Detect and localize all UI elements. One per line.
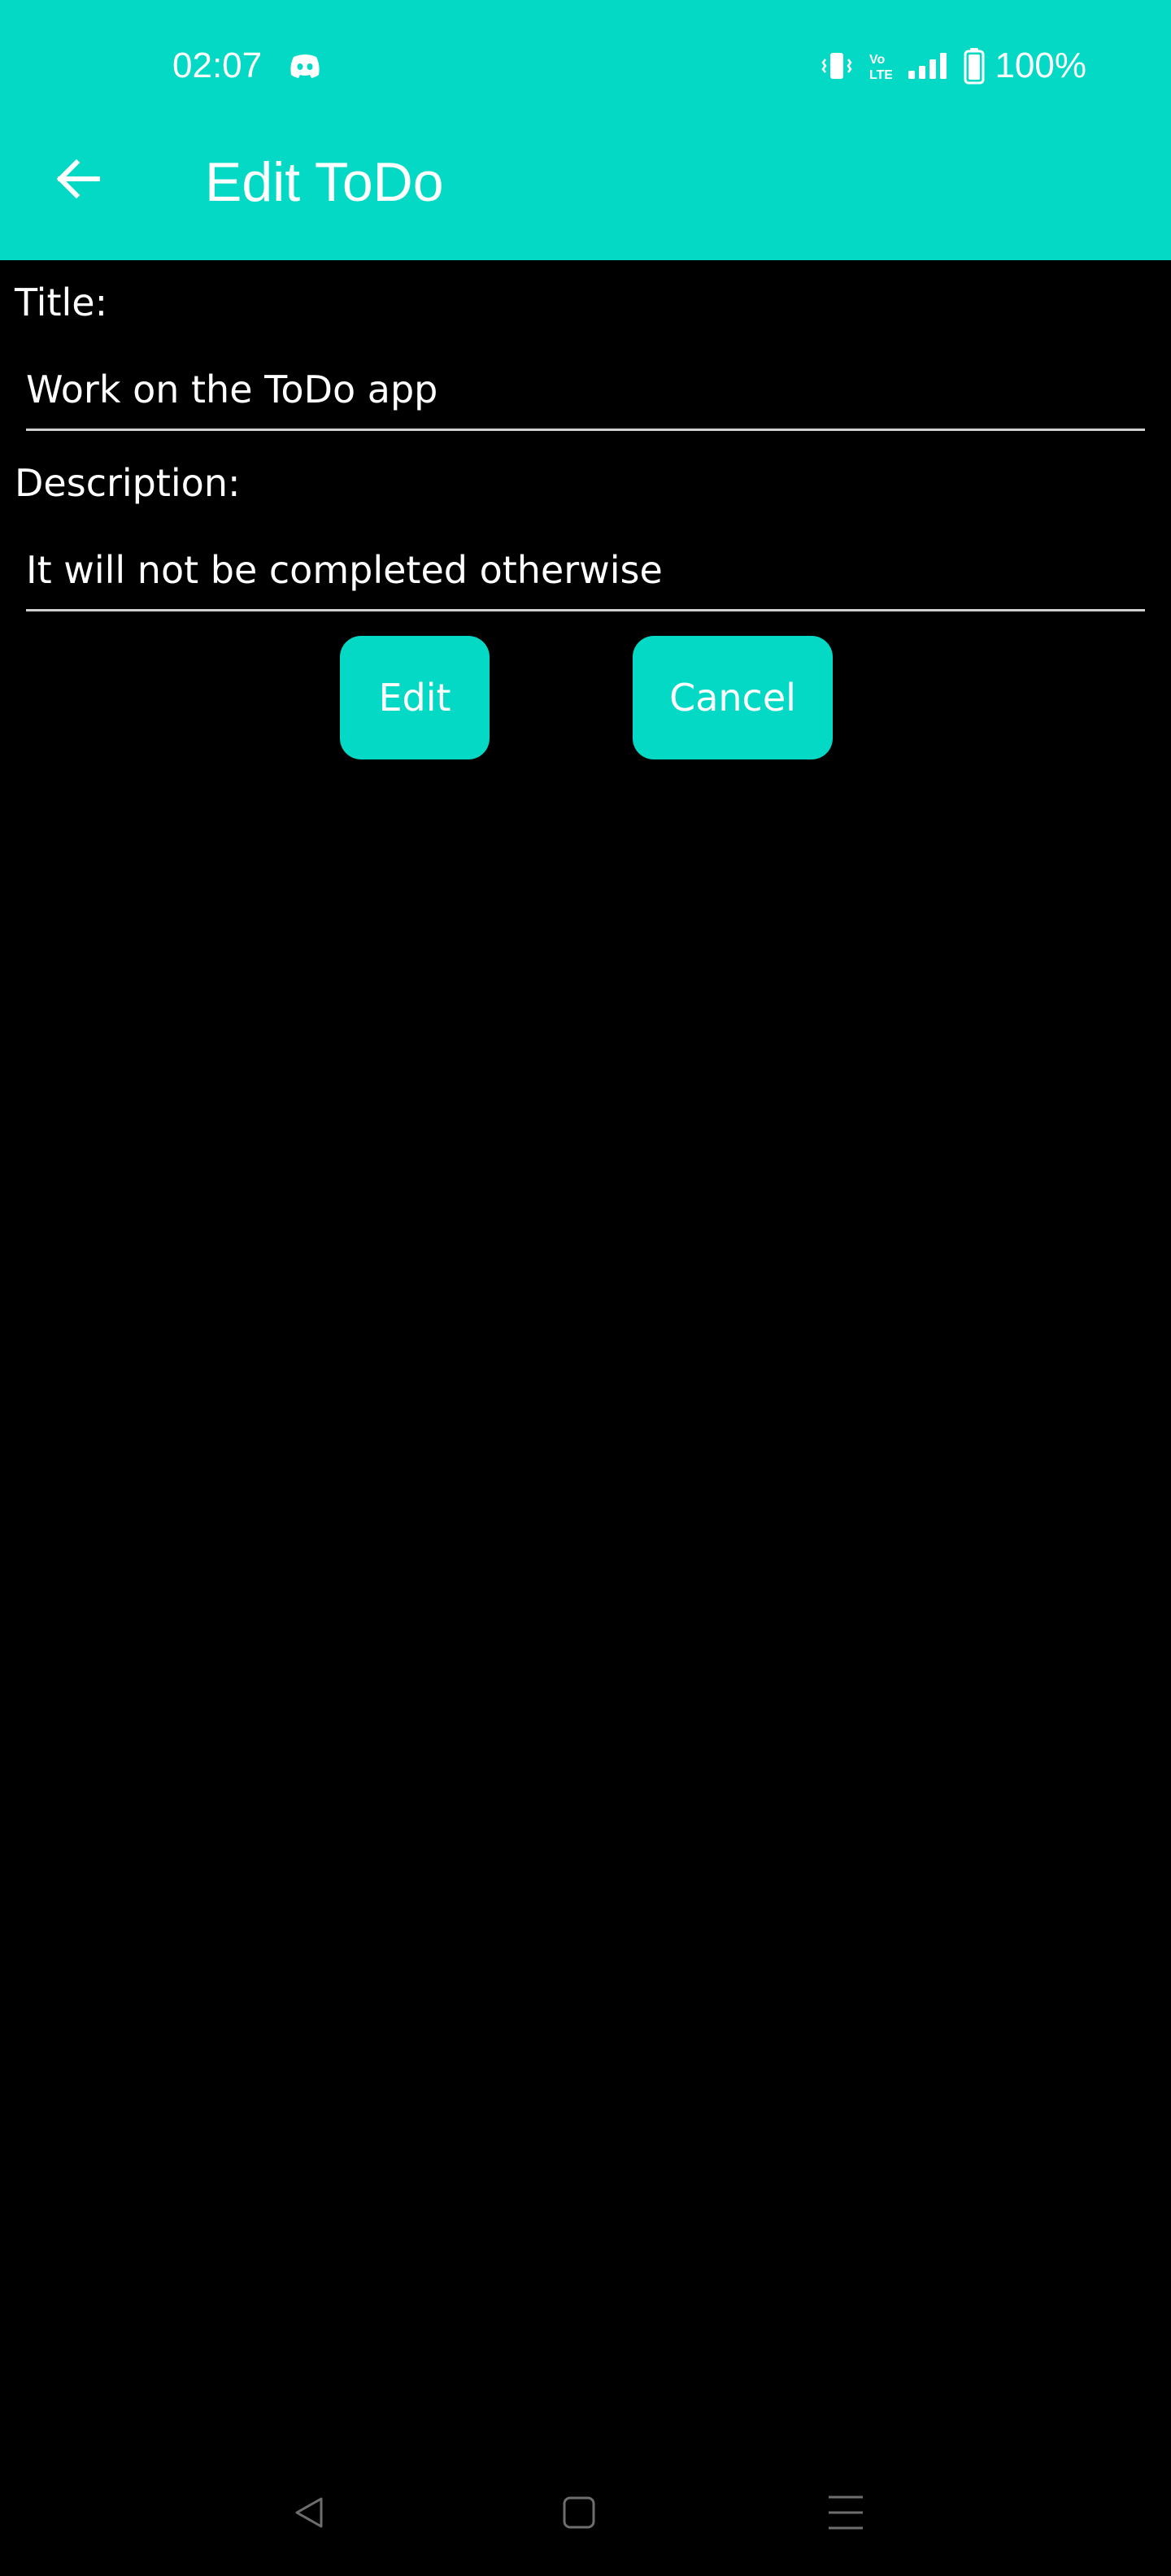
app-header: 02:07 Vo LTE 100% Edit ToDo <box>0 0 1171 260</box>
svg-text:Vo: Vo <box>869 53 885 67</box>
status-icons: Vo LTE 100% <box>821 42 1086 89</box>
home-square-icon <box>563 2496 595 2529</box>
back-triangle-icon <box>295 2497 323 2528</box>
back-button[interactable] <box>46 146 111 211</box>
discord-icon <box>290 54 320 78</box>
edit-todo-screen: 02:07 Vo LTE 100% Edit ToDo Title: Work … <box>0 0 1171 2576</box>
page-title: Edit ToDo <box>205 151 444 213</box>
nav-home-button[interactable] <box>538 2472 620 2553</box>
signal-icon <box>908 53 947 79</box>
vibrate-icon <box>821 53 853 79</box>
title-field-container <box>26 350 1145 431</box>
nav-back-button[interactable] <box>268 2472 350 2553</box>
title-input[interactable] <box>26 350 1145 429</box>
description-field-container <box>26 530 1145 611</box>
title-label: Title: <box>15 281 108 324</box>
system-nav-bar <box>0 2472 1171 2553</box>
recents-menu-icon <box>829 2496 863 2530</box>
volte-icon: Vo LTE <box>869 53 892 82</box>
description-input[interactable] <box>26 530 1145 609</box>
arrow-left-icon <box>56 159 100 199</box>
edit-button[interactable]: Edit <box>340 636 490 759</box>
description-label: Description: <box>15 461 241 505</box>
svg-text:LTE: LTE <box>869 68 892 82</box>
status-time: 02:07 <box>172 46 263 85</box>
cancel-button[interactable]: Cancel <box>633 636 833 759</box>
nav-recents-button[interactable] <box>805 2472 886 2553</box>
battery-icon <box>964 48 985 85</box>
battery-percent: 100% <box>995 46 1086 85</box>
